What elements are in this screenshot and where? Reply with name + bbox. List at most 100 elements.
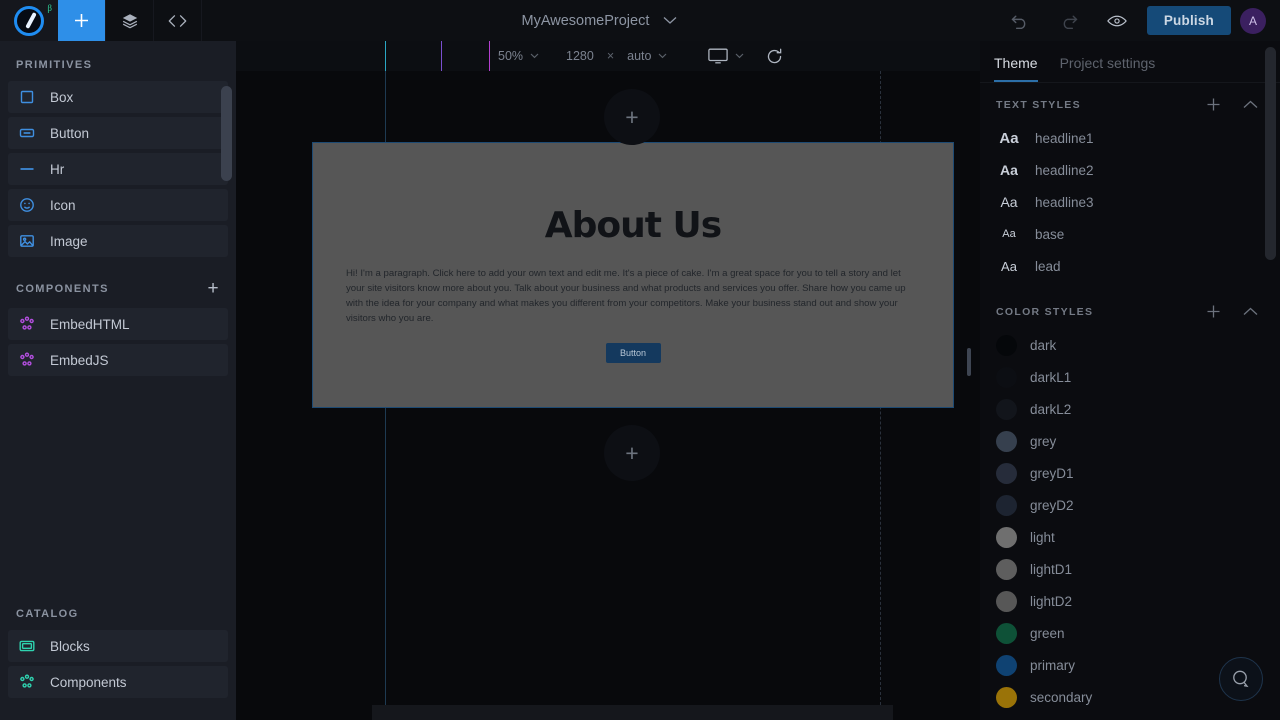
sidebar-item-label: Icon <box>50 197 76 213</box>
sidebar-item-blocks[interactable]: Blocks <box>8 630 228 662</box>
color-style-name: greyD2 <box>1030 497 1074 513</box>
section-cta-button[interactable]: Button <box>605 342 661 363</box>
sidebar-item-embedjs[interactable]: EmbedJS <box>8 344 228 376</box>
text-style-row[interactable]: Aa headline1 <box>980 122 1280 154</box>
add-component-button[interactable]: + <box>208 279 221 298</box>
zoom-level-select[interactable]: 50% <box>498 49 539 63</box>
color-style-row[interactable]: greyD1 <box>980 457 1280 489</box>
plus-icon[interactable] <box>1206 97 1221 112</box>
color-style-row[interactable]: lightD2 <box>980 585 1280 617</box>
color-swatch[interactable] <box>996 558 1017 580</box>
canvas-section-about[interactable]: About Us Hi! I'm a paragraph. Click here… <box>312 142 954 408</box>
add-element-button[interactable] <box>58 0 106 41</box>
canvas-dimensions[interactable]: 1280 × auto <box>566 49 667 63</box>
refresh-canvas-button[interactable] <box>766 48 783 65</box>
help-button[interactable] <box>1219 657 1263 701</box>
color-swatch[interactable] <box>996 494 1017 516</box>
color-swatch[interactable] <box>996 654 1017 676</box>
right-panel-scrollbar[interactable] <box>1265 47 1276 260</box>
color-style-row[interactable]: dark <box>980 329 1280 361</box>
add-section-bottom-button[interactable]: + <box>604 425 660 481</box>
color-style-row[interactable]: green <box>980 617 1280 649</box>
top-actions: Publish A <box>997 0 1280 41</box>
primitives-header: PRIMITIVES <box>16 59 93 71</box>
catalog-header: CATALOG <box>16 608 79 620</box>
chevron-up-icon[interactable] <box>1243 307 1258 316</box>
ruler-guide-1 <box>385 41 386 71</box>
text-style-name: headline1 <box>1035 130 1094 146</box>
color-style-name: darkL2 <box>1030 401 1072 417</box>
sidebar-item-image[interactable]: Image <box>8 225 228 257</box>
color-swatch[interactable] <box>996 526 1017 548</box>
button-rect-icon <box>18 124 36 142</box>
page-title: MyAwesomeProject <box>521 12 650 29</box>
color-swatch[interactable] <box>996 398 1017 420</box>
canvas-height-input[interactable]: auto <box>627 49 651 63</box>
color-style-row[interactable]: lightD1 <box>980 553 1280 585</box>
avatar[interactable]: A <box>1240 7 1266 34</box>
primitives-list: Box Button Hr Icon Image <box>0 81 236 257</box>
tab-project-settings[interactable]: Project settings <box>1060 55 1156 82</box>
sidebar-item-components[interactable]: Components <box>8 666 228 698</box>
color-style-row[interactable]: darkL2 <box>980 393 1280 425</box>
color-swatch[interactable] <box>996 462 1017 484</box>
add-section-top-button[interactable]: + <box>604 89 660 145</box>
color-style-row[interactable]: light <box>980 521 1280 553</box>
plus-icon <box>75 14 88 27</box>
text-style-sample: Aa <box>999 129 1019 147</box>
color-style-row[interactable]: grey <box>980 425 1280 457</box>
color-swatch[interactable] <box>996 686 1017 708</box>
square-outline-icon <box>18 88 36 106</box>
sidebar-item-box[interactable]: Box <box>8 81 228 113</box>
canvas-area[interactable]: 50% 1280 × auto + About Us Hi! I'm a par… <box>236 41 980 720</box>
reload-icon <box>767 48 782 64</box>
plus-icon[interactable] <box>1206 304 1221 319</box>
preview-button[interactable] <box>1093 0 1141 41</box>
color-style-row[interactable]: greyD2 <box>980 489 1280 521</box>
text-style-name: base <box>1035 226 1065 242</box>
catalog-list: Blocks Components <box>0 630 236 698</box>
color-swatch[interactable] <box>996 334 1017 356</box>
text-style-row[interactable]: Aa base <box>980 218 1280 250</box>
horizontal-rule-icon <box>18 160 36 178</box>
sidebar-item-icon[interactable]: Icon <box>8 189 228 221</box>
color-swatch[interactable] <box>996 590 1017 612</box>
tab-theme[interactable]: Theme <box>994 55 1038 82</box>
text-style-row[interactable]: Aa headline3 <box>980 186 1280 218</box>
undo-button[interactable] <box>997 0 1045 41</box>
text-style-row[interactable]: Aa lead <box>980 250 1280 282</box>
sidebar-scrollbar[interactable] <box>221 86 232 181</box>
color-swatch[interactable] <box>996 430 1017 452</box>
text-style-name: lead <box>1035 258 1061 274</box>
chevron-up-icon[interactable] <box>1243 100 1258 109</box>
color-swatch[interactable] <box>996 622 1017 644</box>
text-style-sample: Aa <box>1001 258 1017 274</box>
color-style-name: lightD1 <box>1030 561 1073 577</box>
code-view-button[interactable] <box>154 0 202 41</box>
sidebar-item-button[interactable]: Button <box>8 117 228 149</box>
sidebar-item-label: Button <box>50 125 90 141</box>
sidebar-item-embedhtml[interactable]: EmbedHTML <box>8 308 228 340</box>
device-preset-select[interactable] <box>708 48 744 64</box>
layers-button[interactable] <box>106 0 154 41</box>
color-swatch[interactable] <box>996 366 1017 388</box>
redo-button[interactable] <box>1045 0 1093 41</box>
molecule-icon <box>20 316 34 330</box>
canvas-width-input[interactable]: 1280 <box>566 49 594 63</box>
chevron-down-icon <box>663 17 677 24</box>
zoom-level-value: 50% <box>498 49 524 63</box>
text-style-row[interactable]: Aa headline2 <box>980 154 1280 186</box>
publish-button[interactable]: Publish <box>1146 6 1231 35</box>
smiley-face-icon <box>18 196 36 214</box>
sidebar-item-hr[interactable]: Hr <box>8 153 228 185</box>
project-title-menu[interactable]: MyAwesomeProject <box>202 0 997 41</box>
chevron-down-icon <box>530 53 539 59</box>
color-style-row[interactable]: darkL1 <box>980 361 1280 393</box>
dimension-separator: × <box>606 49 615 63</box>
app-logo[interactable]: β <box>0 0 58 41</box>
components-header: COMPONENTS + <box>0 261 236 308</box>
canvas-scrollbar[interactable] <box>967 348 971 376</box>
section-heading: About Us <box>544 205 722 246</box>
components-list: EmbedHTML EmbedJS <box>0 308 236 376</box>
canvas-footer-strip[interactable] <box>372 705 893 720</box>
